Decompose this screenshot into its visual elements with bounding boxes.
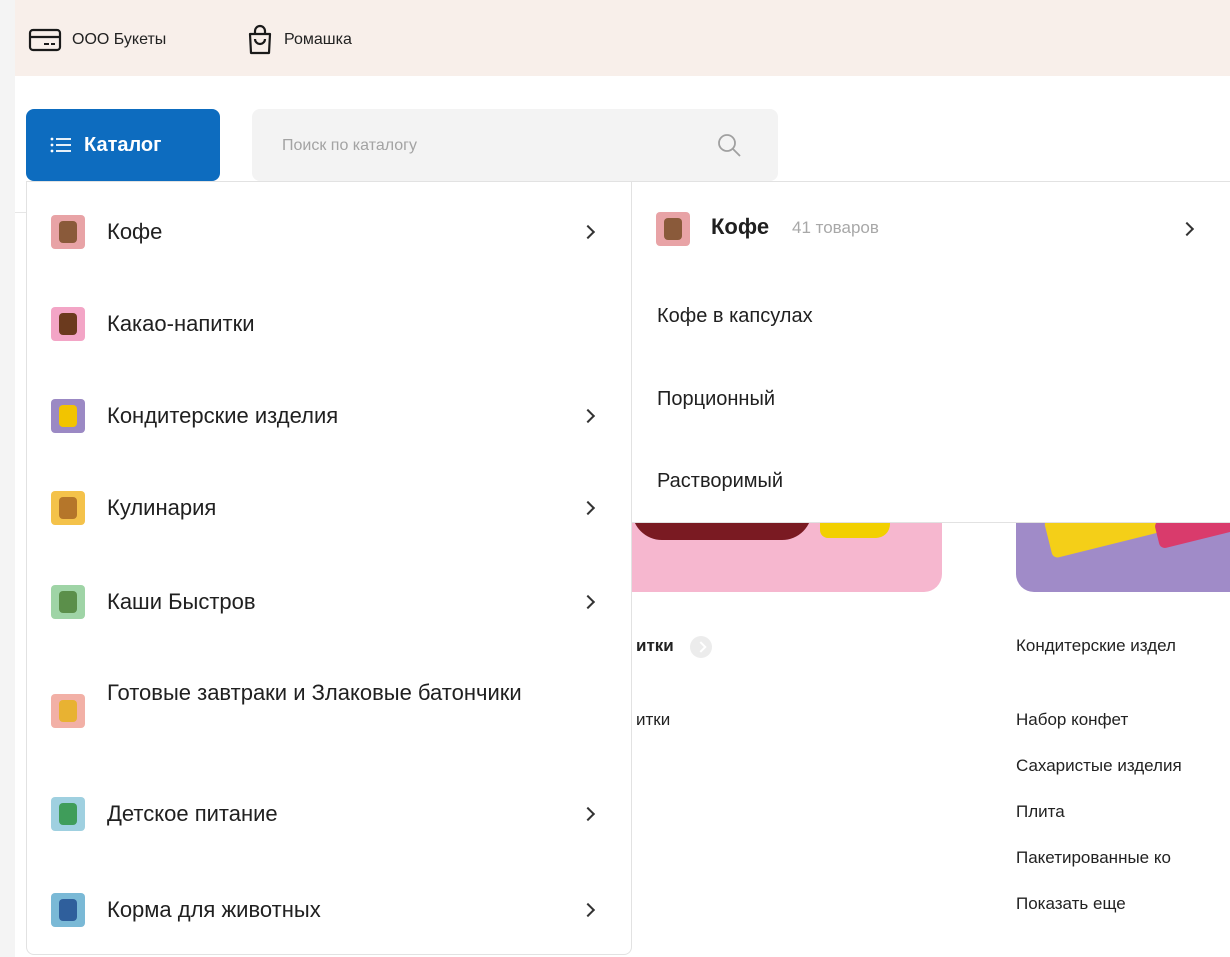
submenu-header[interactable]: Кофе 41 товаров — [632, 182, 1230, 277]
list-menu-icon — [50, 137, 71, 153]
show-more-link[interactable]: Показать еще — [1016, 894, 1126, 914]
chevron-right-icon — [1179, 221, 1195, 237]
category-label: Каши Быстров — [107, 589, 256, 614]
chevron-right-icon — [580, 224, 596, 240]
catalog-button[interactable]: Каталог — [26, 109, 220, 181]
cocoa-card-link[interactable]: итки — [636, 710, 670, 730]
confectionery-thumbnail — [51, 399, 85, 433]
company-selector[interactable]: ООО Букеты — [28, 26, 166, 54]
shopping-bag-icon — [248, 24, 272, 55]
confectionery-card-heading[interactable]: Кондитерские издел — [1016, 636, 1176, 656]
card-icon — [28, 28, 62, 52]
breakfast-thumbnail — [51, 694, 85, 728]
coffee-thumbnail — [656, 212, 690, 246]
chevron-right-icon — [580, 902, 596, 918]
category-label: Кофе — [107, 219, 163, 244]
chevron-right-icon — [580, 806, 596, 822]
category-item-breakfasts[interactable]: Готовые завтраки и Злаковые батончики — [27, 676, 631, 746]
confectionery-link[interactable]: Пакетированные ко — [1016, 848, 1171, 868]
catalog-category-menu: Кофе Какао-напитки Кондитерские изделия … — [26, 181, 632, 955]
chevron-right-icon — [580, 594, 596, 610]
category-label: Кулинария — [107, 495, 217, 520]
arrow-right-circle-icon[interactable] — [690, 636, 712, 658]
submenu-title: Кофе — [711, 214, 770, 239]
chevron-right-icon — [580, 500, 596, 516]
cocoa-thumbnail — [51, 307, 85, 341]
confectionery-link[interactable]: Набор конфет — [1016, 710, 1128, 730]
cocoa-card-heading[interactable]: итки — [636, 636, 674, 656]
store-selector[interactable]: Ромашка — [246, 24, 352, 56]
category-item-baby-food[interactable]: Детское питание — [27, 794, 631, 834]
submenu-item[interactable]: Порционный — [657, 388, 775, 411]
confectionery-link[interactable]: Сахаристые изделия — [1016, 756, 1182, 776]
confectionery-link[interactable]: Плита — [1016, 802, 1065, 822]
store-label: Ромашка — [284, 31, 352, 48]
category-label: Корма для животных — [107, 897, 321, 922]
category-item-pet-food[interactable]: Корма для животных — [27, 890, 631, 930]
submenu-count: 41 товаров — [792, 218, 879, 237]
porridge-thumbnail — [51, 585, 85, 619]
category-label: Готовые завтраки и Злаковые батончики — [107, 680, 522, 705]
chevron-right-icon — [580, 408, 596, 424]
search-input[interactable] — [282, 131, 702, 161]
submenu-item[interactable]: Кофе в капсулах — [657, 305, 813, 328]
pet-food-thumbnail — [51, 893, 85, 927]
category-label: Кондитерские изделия — [107, 403, 339, 428]
category-item-confectionery[interactable]: Кондитерские изделия — [27, 396, 631, 436]
category-item-culinary[interactable]: Кулинария — [27, 488, 631, 528]
company-label: ООО Букеты — [72, 31, 167, 48]
search-box[interactable] — [252, 109, 778, 181]
category-item-porridge[interactable]: Каши Быстров — [27, 582, 631, 622]
submenu-item[interactable]: Растворимый — [657, 470, 783, 493]
search-icon[interactable] — [716, 132, 742, 158]
left-edge-strip — [0, 0, 15, 957]
catalog-button-label: Каталог — [84, 133, 162, 156]
page-root: ООО Букеты Ромашка Каталог итки итк — [0, 0, 1230, 957]
top-bar — [15, 0, 1230, 76]
category-item-coffee[interactable]: Кофе — [27, 212, 631, 252]
coffee-submenu: Кофе 41 товаров Кофе в капсулах Порционн… — [632, 181, 1230, 523]
category-label: Какао-напитки — [107, 311, 255, 336]
category-label: Детское питание — [107, 801, 278, 826]
baby-food-thumbnail — [51, 797, 85, 831]
culinary-thumbnail — [51, 491, 85, 525]
category-item-cocoa[interactable]: Какао-напитки — [27, 304, 631, 344]
coffee-thumbnail — [51, 215, 85, 249]
